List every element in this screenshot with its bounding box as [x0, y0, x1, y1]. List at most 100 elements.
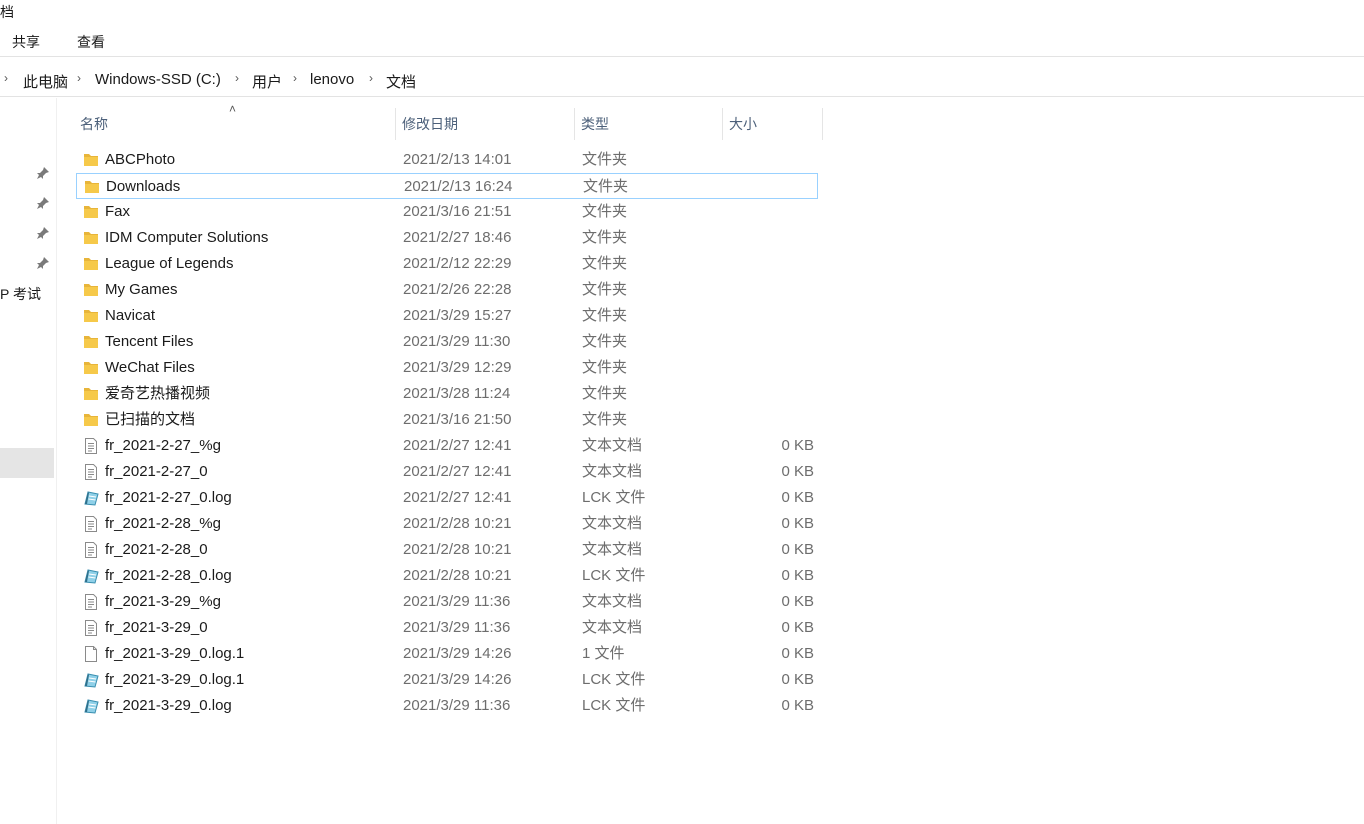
file-modified: 2021/2/13 14:01: [403, 151, 512, 168]
file-modified: 2021/3/29 11:36: [403, 619, 511, 636]
file-name: fr_2021-2-27_%g: [105, 437, 221, 454]
file-type: 文件夹: [582, 255, 628, 272]
table-row[interactable]: ABCPhoto 2021/2/13 14:01 文件夹: [76, 147, 818, 173]
table-row[interactable]: Tencent Files 2021/3/29 11:30 文件夹: [76, 329, 818, 355]
text-file-icon: [82, 463, 100, 481]
file-modified: 2021/2/28 10:21: [403, 541, 512, 558]
file-modified: 2021/3/29 11:36: [403, 697, 511, 714]
file-modified: 2021/2/12 22:29: [403, 255, 512, 272]
file-name: IDM Computer Solutions: [105, 229, 269, 246]
file-type: 文件夹: [582, 385, 628, 402]
file-name: Fax: [105, 203, 131, 220]
folder-icon: [82, 203, 100, 221]
folder-icon: [82, 151, 100, 169]
file-type: LCK 文件: [582, 671, 646, 688]
file-type: 文本文档: [582, 515, 643, 532]
table-row[interactable]: 爱奇艺热播视频 2021/3/28 11:24 文件夹: [76, 381, 818, 407]
file-name: Downloads: [106, 178, 181, 195]
table-row[interactable]: My Games 2021/2/26 22:28 文件夹: [76, 277, 818, 303]
text-file-icon: [82, 593, 100, 611]
folder-icon: [83, 178, 101, 196]
table-row[interactable]: fr_2021-2-28_0.log 2021/2/28 10:21 LCK 文件 0…: [76, 563, 818, 589]
file-size: 0 KB: [781, 463, 814, 480]
table-row[interactable]: 已扫描的文档 2021/3/16 21:50 文件夹: [76, 407, 818, 433]
file-modified: 2021/3/29 12:29: [403, 359, 512, 376]
file-name: fr_2021-2-28_0.log: [105, 567, 232, 584]
table-row[interactable]: fr_2021-2-27_0 2021/2/27 12:41 文本文档 0 KB: [76, 459, 818, 485]
file-type: 文件夹: [582, 411, 628, 428]
table-row[interactable]: League of Legends 2021/2/12 22:29 文件夹: [76, 251, 818, 277]
table-row[interactable]: fr_2021-2-27_0.log 2021/2/27 12:41 LCK 文件 0…: [76, 485, 818, 511]
table-row[interactable]: fr_2021-2-28_%g 2021/2/28 10:21 文本文档 0 KB: [76, 511, 818, 537]
file-modified: 2021/2/27 12:41: [403, 437, 512, 454]
file-type: LCK 文件: [582, 489, 646, 506]
file-name: fr_2021-3-29_0.log: [105, 697, 232, 714]
text-file-icon: [82, 437, 100, 455]
table-row[interactable]: WeChat Files 2021/3/29 12:29 文件夹: [76, 355, 818, 381]
file-name: Tencent Files: [105, 333, 194, 350]
file-name: fr_2021-3-29_0: [105, 619, 208, 636]
file-type: 文件夹: [583, 178, 629, 195]
folder-icon: [82, 333, 100, 351]
file-name: ABCPhoto: [105, 151, 176, 168]
file-name: WeChat Files: [105, 359, 195, 376]
text-file-icon: [82, 619, 100, 637]
blank-file-icon: [82, 645, 100, 663]
lck-file-icon: [82, 697, 100, 715]
file-modified: 2021/2/27 18:46: [403, 229, 512, 246]
file-size: 0 KB: [781, 437, 814, 454]
file-type: 文本文档: [582, 437, 643, 454]
table-row[interactable]: fr_2021-2-27_%g 2021/2/27 12:41 文本文档 0 KB: [76, 433, 818, 459]
table-row[interactable]: Downloads 2021/2/13 16:24 文件夹: [76, 173, 818, 199]
file-name: fr_2021-2-28_%g: [105, 515, 221, 532]
file-name: Navicat: [105, 307, 156, 324]
file-size: 0 KB: [781, 671, 814, 688]
table-row[interactable]: Fax 2021/3/16 21:51 文件夹: [76, 199, 818, 225]
file-name: fr_2021-2-28_0: [105, 541, 208, 558]
lck-file-icon: [82, 567, 100, 585]
folder-icon: [82, 385, 100, 403]
file-size: 0 KB: [781, 697, 814, 714]
folder-icon: [82, 307, 100, 325]
file-type: 文件夹: [582, 359, 628, 376]
file-type: LCK 文件: [582, 697, 646, 714]
text-file-icon: [82, 515, 100, 533]
folder-icon: [82, 359, 100, 377]
lck-file-icon: [82, 671, 100, 689]
file-name: League of Legends: [105, 255, 234, 272]
file-type: 文本文档: [582, 619, 643, 636]
file-type: 文件夹: [582, 151, 628, 168]
table-row[interactable]: fr_2021-3-29_0.log.1 2021/3/29 14:26 LCK 文…: [76, 667, 818, 693]
table-row[interactable]: IDM Computer Solutions 2021/2/27 18:46 文件夹: [76, 225, 818, 251]
file-modified: 2021/2/27 12:41: [403, 463, 512, 480]
file-type: 文件夹: [582, 307, 628, 324]
file-modified: 2021/3/29 11:30: [403, 333, 511, 350]
table-row[interactable]: fr_2021-3-29_0.log.1 2021/3/29 14:26 1 文件 0…: [76, 641, 818, 667]
file-modified: 2021/3/29 11:36: [403, 593, 511, 610]
file-size: 0 KB: [781, 567, 814, 584]
file-modified: 2021/3/16 21:51: [403, 203, 512, 220]
table-row[interactable]: fr_2021-2-28_0 2021/2/28 10:21 文本文档 0 KB: [76, 537, 818, 563]
file-modified: 2021/3/29 15:27: [403, 307, 512, 324]
file-type: 文本文档: [582, 541, 643, 558]
file-size: 0 KB: [781, 541, 814, 558]
file-size: 0 KB: [781, 489, 814, 506]
file-modified: 2021/3/28 11:24: [403, 385, 511, 402]
text-file-icon: [82, 541, 100, 559]
folder-icon: [82, 411, 100, 429]
file-size: 0 KB: [781, 515, 814, 532]
lck-file-icon: [82, 489, 100, 507]
file-type: 文件夹: [582, 333, 628, 350]
table-row[interactable]: Navicat 2021/3/29 15:27 文件夹: [76, 303, 818, 329]
table-row[interactable]: fr_2021-3-29_0.log 2021/3/29 11:36 LCK 文件 0…: [76, 693, 818, 719]
file-name: 爱奇艺热播视频: [105, 385, 211, 402]
folder-icon: [82, 281, 100, 299]
file-size: 0 KB: [781, 645, 814, 662]
folder-icon: [82, 255, 100, 273]
file-size: 0 KB: [781, 619, 814, 636]
file-type: LCK 文件: [582, 567, 646, 584]
table-row[interactable]: fr_2021-3-29_0 2021/3/29 11:36 文本文档 0 KB: [76, 615, 818, 641]
folder-icon: [82, 229, 100, 247]
file-name: 已扫描的文档: [105, 411, 196, 428]
table-row[interactable]: fr_2021-3-29_%g 2021/3/29 11:36 文本文档 0 KB: [76, 589, 818, 615]
